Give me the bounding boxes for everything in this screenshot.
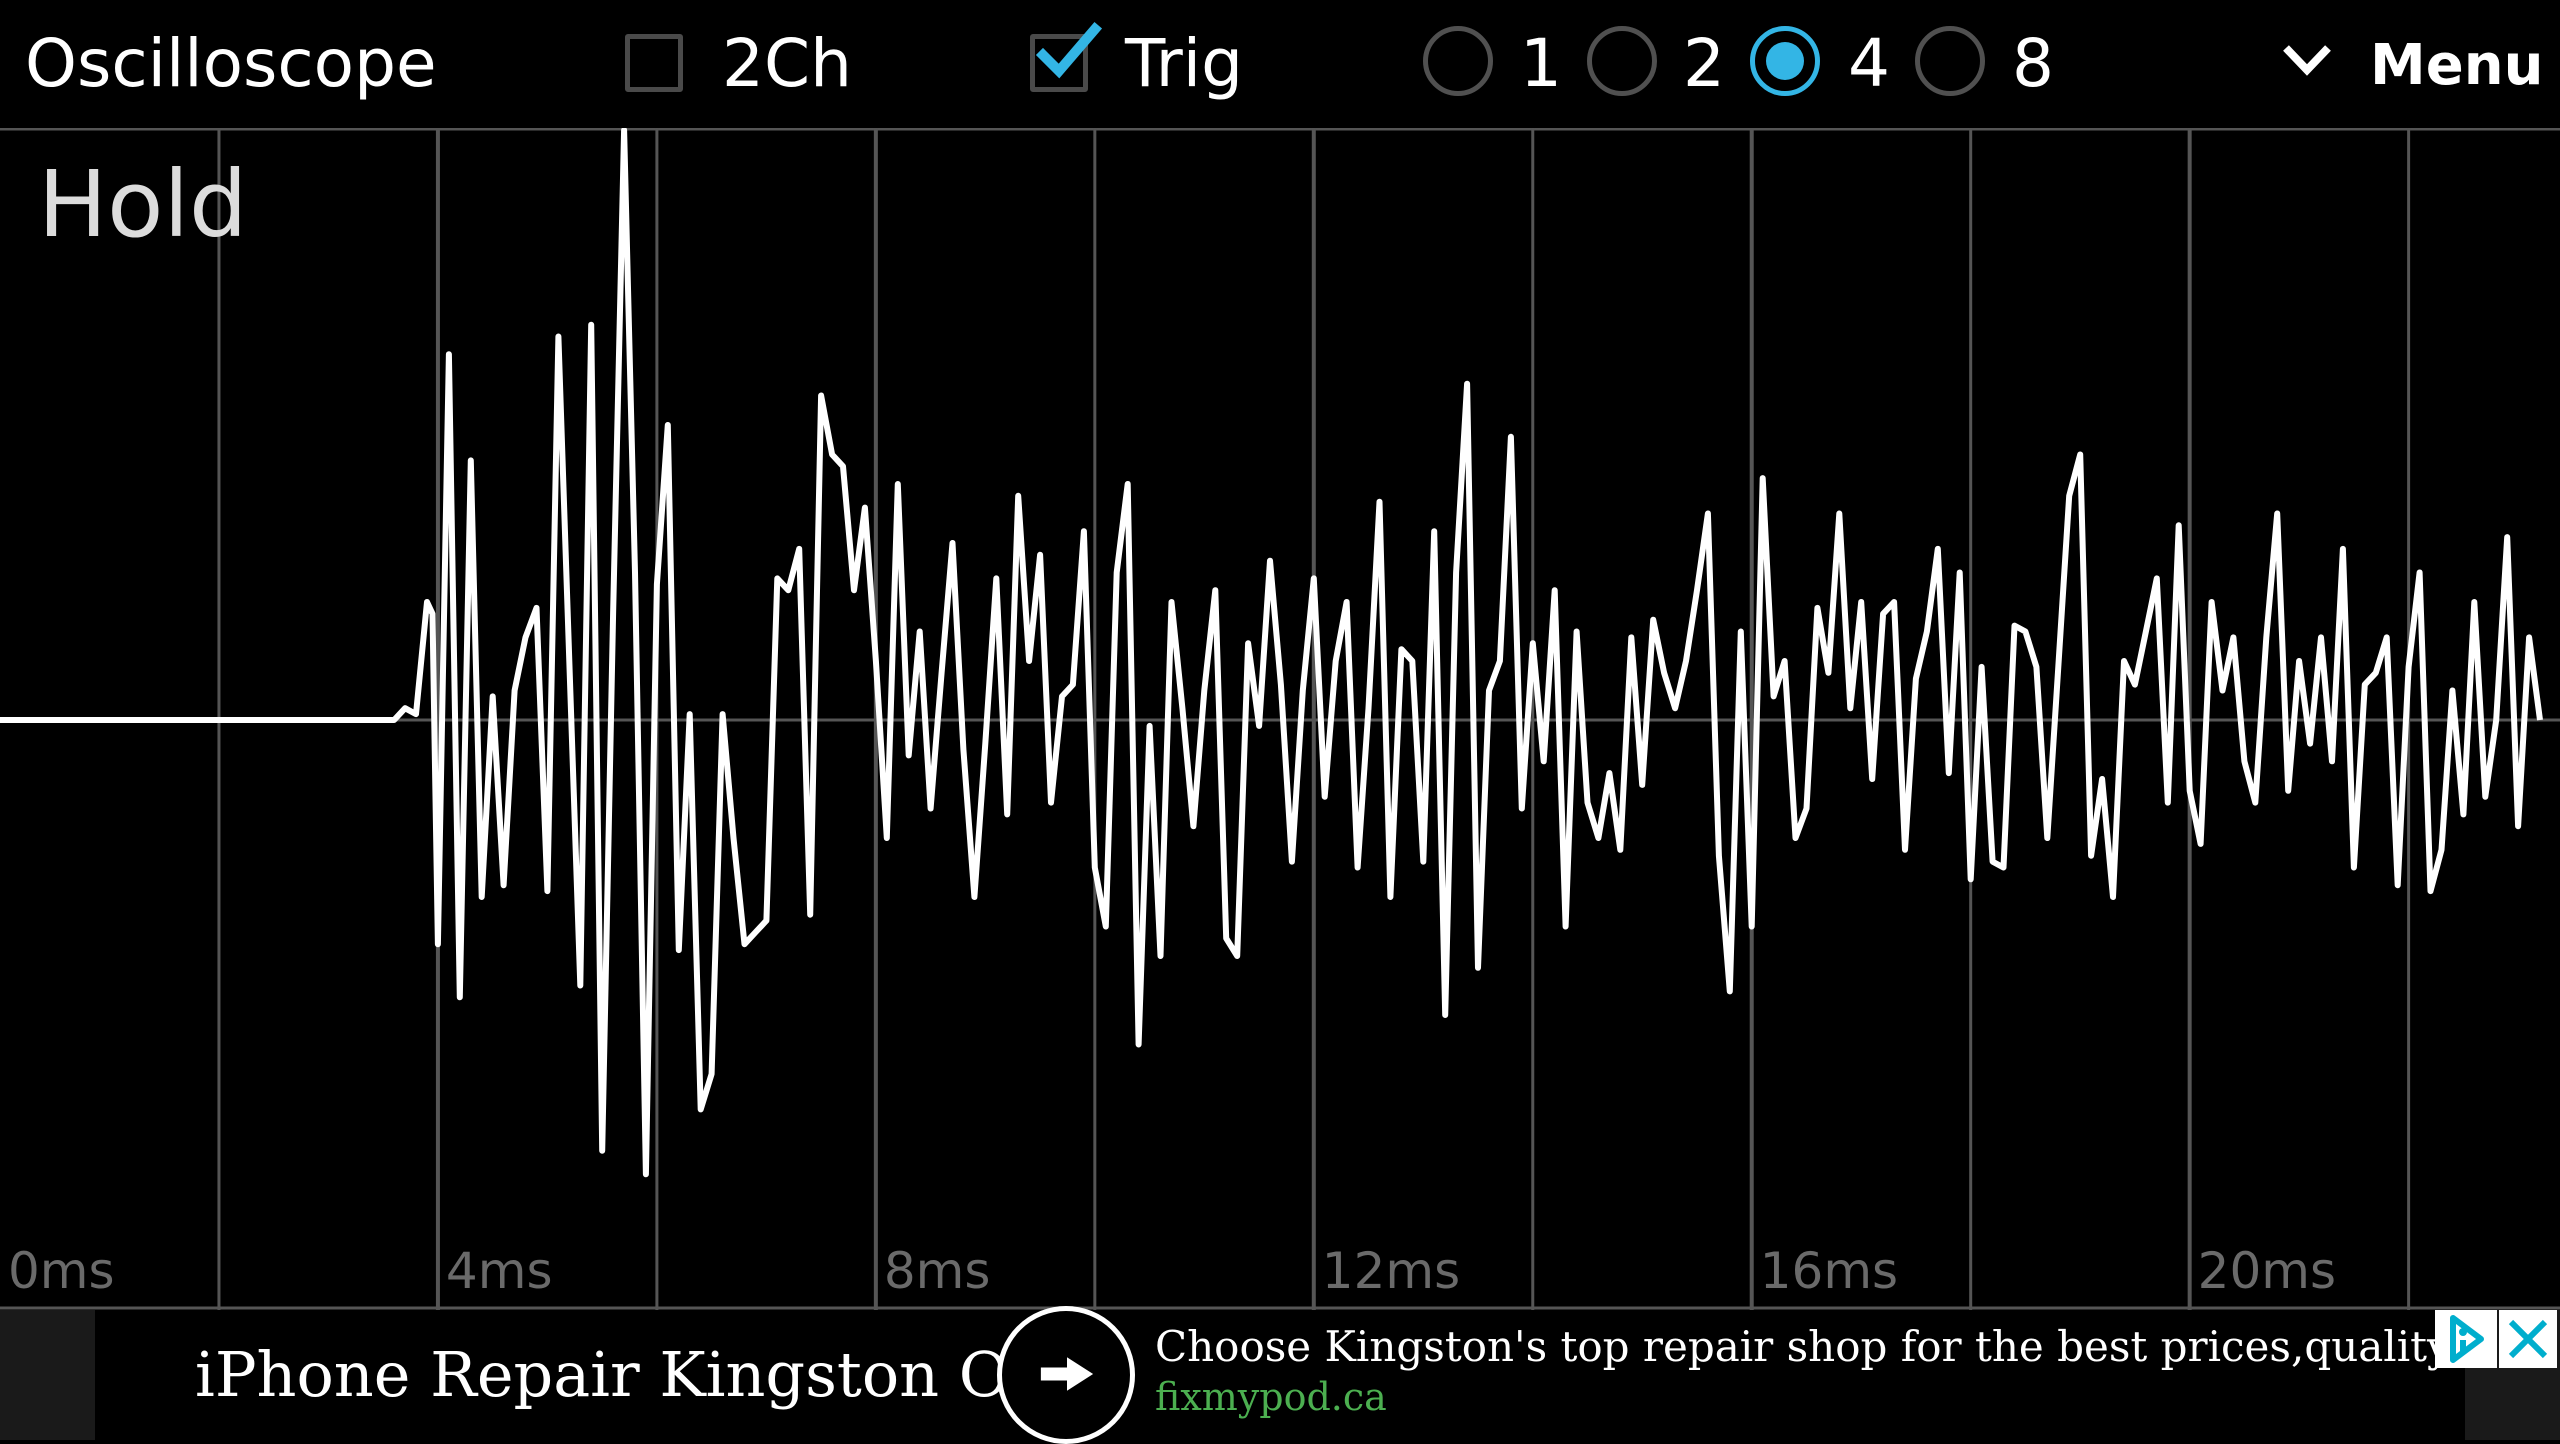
timebase-label-8[interactable]: 8 xyxy=(2012,24,2054,104)
radio-selected-dot xyxy=(1766,42,1804,80)
hold-status: Hold xyxy=(38,151,248,258)
timebase-radio-8[interactable] xyxy=(1915,26,1985,96)
timebase-label-2[interactable]: 2 xyxy=(1683,24,1725,104)
timebase-label-4[interactable]: 4 xyxy=(1848,24,1890,104)
arrow-right-icon xyxy=(1040,1357,1094,1391)
chevron-down-icon[interactable] xyxy=(2280,42,2334,78)
timebase-radio-4[interactable] xyxy=(1750,26,1820,96)
trigger-label[interactable]: Trig xyxy=(1125,24,1243,104)
ad-title[interactable]: iPhone Repair Kingston ON xyxy=(195,1330,1064,1420)
signal-trace xyxy=(0,128,2543,1178)
checkmark-icon xyxy=(1035,21,1103,79)
menu-button[interactable]: Menu xyxy=(2370,28,2543,104)
time-axis-labels: 0ms 4ms 8ms 12ms 16ms 20ms xyxy=(8,1242,2336,1300)
two-channel-checkbox[interactable] xyxy=(625,34,683,92)
ad-description[interactable]: Choose Kingston's top repair shop for th… xyxy=(1155,1320,2445,1374)
timebase-radio-2[interactable] xyxy=(1587,26,1657,96)
time-tick-label: 4ms xyxy=(446,1242,553,1300)
timebase-label-1[interactable]: 1 xyxy=(1520,24,1562,104)
trigger-checkbox[interactable] xyxy=(1030,21,1103,92)
ad-url[interactable]: fixmypod.ca xyxy=(1155,1372,1387,1422)
time-tick-label: 8ms xyxy=(884,1242,991,1300)
ad-choices-icon xyxy=(2450,1315,2484,1363)
ad-close-button[interactable] xyxy=(2499,1310,2557,1368)
ad-banner[interactable]: iPhone Repair Kingston ON Choose Kingsto… xyxy=(0,1306,2560,1444)
app-title: Oscilloscope xyxy=(25,25,437,102)
close-icon xyxy=(2508,1319,2548,1359)
toolbar: Oscilloscope 2Ch Trig 1 2 4 8 Menu xyxy=(0,0,2560,128)
ad-action-button[interactable] xyxy=(997,1306,1135,1444)
timebase-radio-1[interactable] xyxy=(1423,26,1493,96)
time-tick-label: 16ms xyxy=(1760,1242,1898,1300)
ad-container[interactable]: iPhone Repair Kingston ON Choose Kingsto… xyxy=(95,1306,2557,1444)
time-tick-label: 12ms xyxy=(1322,1242,1460,1300)
ad-choices-button[interactable] xyxy=(2435,1310,2497,1368)
time-tick-label: 0ms xyxy=(8,1242,115,1300)
two-channel-label[interactable]: 2Ch xyxy=(722,24,852,104)
scope-display[interactable]: 0ms 4ms 8ms 12ms 16ms 20ms xyxy=(0,128,2560,1310)
time-tick-label: 20ms xyxy=(2198,1242,2336,1300)
